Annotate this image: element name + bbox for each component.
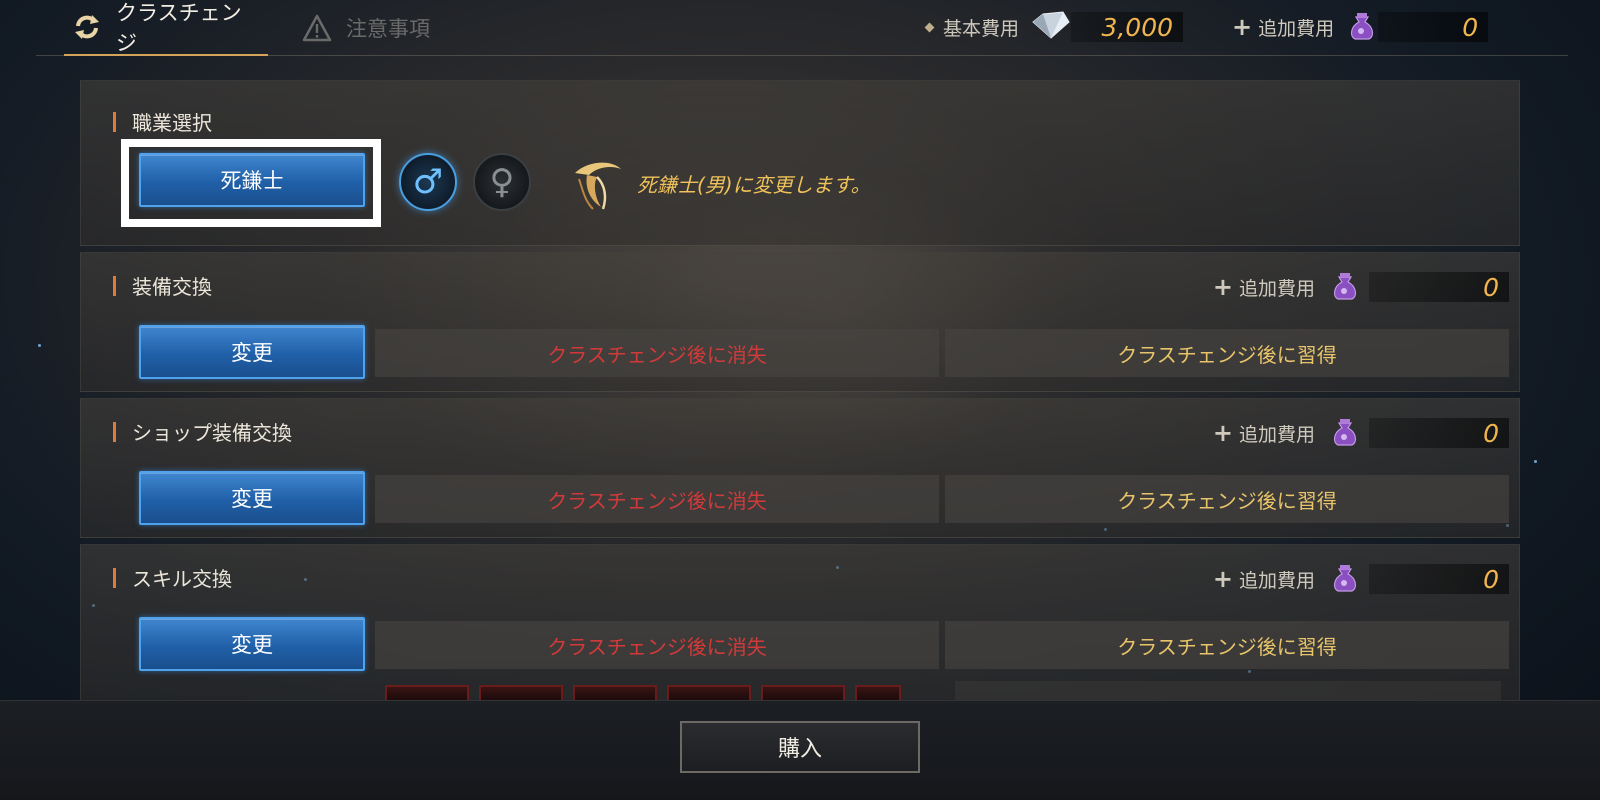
section-title: 職業選択 <box>113 107 212 136</box>
plus-icon: + <box>1232 13 1253 41</box>
class-change-description: 死鎌士(男)に変更します。 <box>637 173 871 197</box>
purchase-button[interactable]: 購入 <box>680 721 920 773</box>
add-cost-label: + 追加費用 <box>1213 274 1315 301</box>
lost-after-change-cell: クラスチェンジ後に消失 <box>375 621 939 669</box>
scythe-class-icon <box>567 155 625 213</box>
skill-change-button[interactable]: 変更 <box>139 617 365 671</box>
base-cost: 基本費用 3,000 <box>924 10 1184 44</box>
title-marker <box>113 421 116 442</box>
bullet-icon <box>924 22 935 32</box>
gained-after-change-cell: クラスチェンジ後に習得 <box>945 475 1509 523</box>
top-bar: クラスチェンジ 注意事項 基本費用 3,000 + 追加費用 0 <box>36 0 1568 56</box>
pouch-currency-icon <box>1346 9 1378 45</box>
plus-icon: + <box>1212 273 1233 301</box>
tab-label: クラスチェンジ <box>116 1 242 55</box>
particle <box>1534 460 1537 463</box>
section-title-text: 職業選択 <box>132 111 212 135</box>
refresh-icon <box>72 12 102 42</box>
add-cost-text: 追加費用 <box>1238 277 1315 300</box>
gained-after-change-cell: クラスチェンジ後に習得 <box>945 621 1509 669</box>
equipment-change-button[interactable]: 変更 <box>139 325 365 379</box>
tab-notes[interactable]: 注意事項 <box>294 0 438 56</box>
add-cost-label: + 追加費用 <box>1213 566 1315 593</box>
warning-icon <box>302 13 332 43</box>
equipment-exchange-panel: 装備交換 + 追加費用 0 変更 クラスチェンジ後に消失 クラスチェンジ後に習得 <box>80 252 1520 392</box>
add-cost-value: 0 <box>1369 418 1509 448</box>
tab-class-change[interactable]: クラスチェンジ <box>64 0 268 56</box>
section-add-cost: + 追加費用 0 <box>1213 415 1509 451</box>
add-cost-label: + 追加費用 <box>1213 420 1315 447</box>
title-marker <box>113 275 116 296</box>
add-cost-text: 追加費用 <box>1238 423 1315 446</box>
section-title: 装備交換 <box>113 271 212 300</box>
section-title-text: ショップ装備交換 <box>132 421 292 445</box>
base-cost-text: 基本費用 <box>943 17 1020 40</box>
add-cost-text: 追加費用 <box>1258 17 1335 40</box>
header-add-cost: + 追加費用 0 <box>1232 9 1489 45</box>
title-marker <box>113 111 116 132</box>
section-title-text: 装備交換 <box>132 275 212 299</box>
diamond-currency-icon <box>1029 10 1071 44</box>
section-title-text: スキル交換 <box>132 567 232 591</box>
section-title: スキル交換 <box>113 563 232 592</box>
shop-equipment-exchange-panel: ショップ装備交換 + 追加費用 0 変更 クラスチェンジ後に消失 クラスチェンジ… <box>80 398 1520 538</box>
add-cost-text: 追加費用 <box>1238 569 1315 592</box>
shop-equipment-change-button[interactable]: 変更 <box>139 471 365 525</box>
base-cost-value: 3,000 <box>1071 12 1184 42</box>
tab-label: 注意事項 <box>346 17 430 41</box>
add-cost-value: 0 <box>1378 12 1489 42</box>
section-add-cost: + 追加費用 0 <box>1213 561 1509 597</box>
pouch-currency-icon <box>1329 269 1361 305</box>
class-select-button[interactable]: 死鎌士 <box>139 153 365 207</box>
lost-after-change-cell: クラスチェンジ後に消失 <box>375 329 939 377</box>
job-select-panel: 職業選択 死鎌士 ♂ ♀ 死鎌士(男)に変更します。 <box>80 80 1520 246</box>
particle <box>38 344 41 347</box>
pouch-currency-icon <box>1329 415 1361 451</box>
pouch-currency-icon <box>1329 561 1361 597</box>
gained-after-change-cell: クラスチェンジ後に習得 <box>945 329 1509 377</box>
section-add-cost: + 追加費用 0 <box>1213 269 1509 305</box>
plus-icon: + <box>1212 565 1233 593</box>
add-cost-label: + 追加費用 <box>1232 14 1334 41</box>
base-cost-label: 基本費用 <box>924 14 1020 41</box>
lost-after-change-cell: クラスチェンジ後に消失 <box>375 475 939 523</box>
female-gender-button[interactable]: ♀ <box>473 153 531 211</box>
plus-icon: + <box>1212 419 1233 447</box>
add-cost-value: 0 <box>1369 272 1509 302</box>
male-gender-button[interactable]: ♂ <box>399 153 457 211</box>
skill-exchange-panel: スキル交換 + 追加費用 0 変更 クラスチェンジ後に消失 クラスチェンジ後に習… <box>80 544 1520 715</box>
section-title: ショップ装備交換 <box>113 417 292 446</box>
title-marker <box>113 567 116 588</box>
add-cost-value: 0 <box>1369 564 1509 594</box>
